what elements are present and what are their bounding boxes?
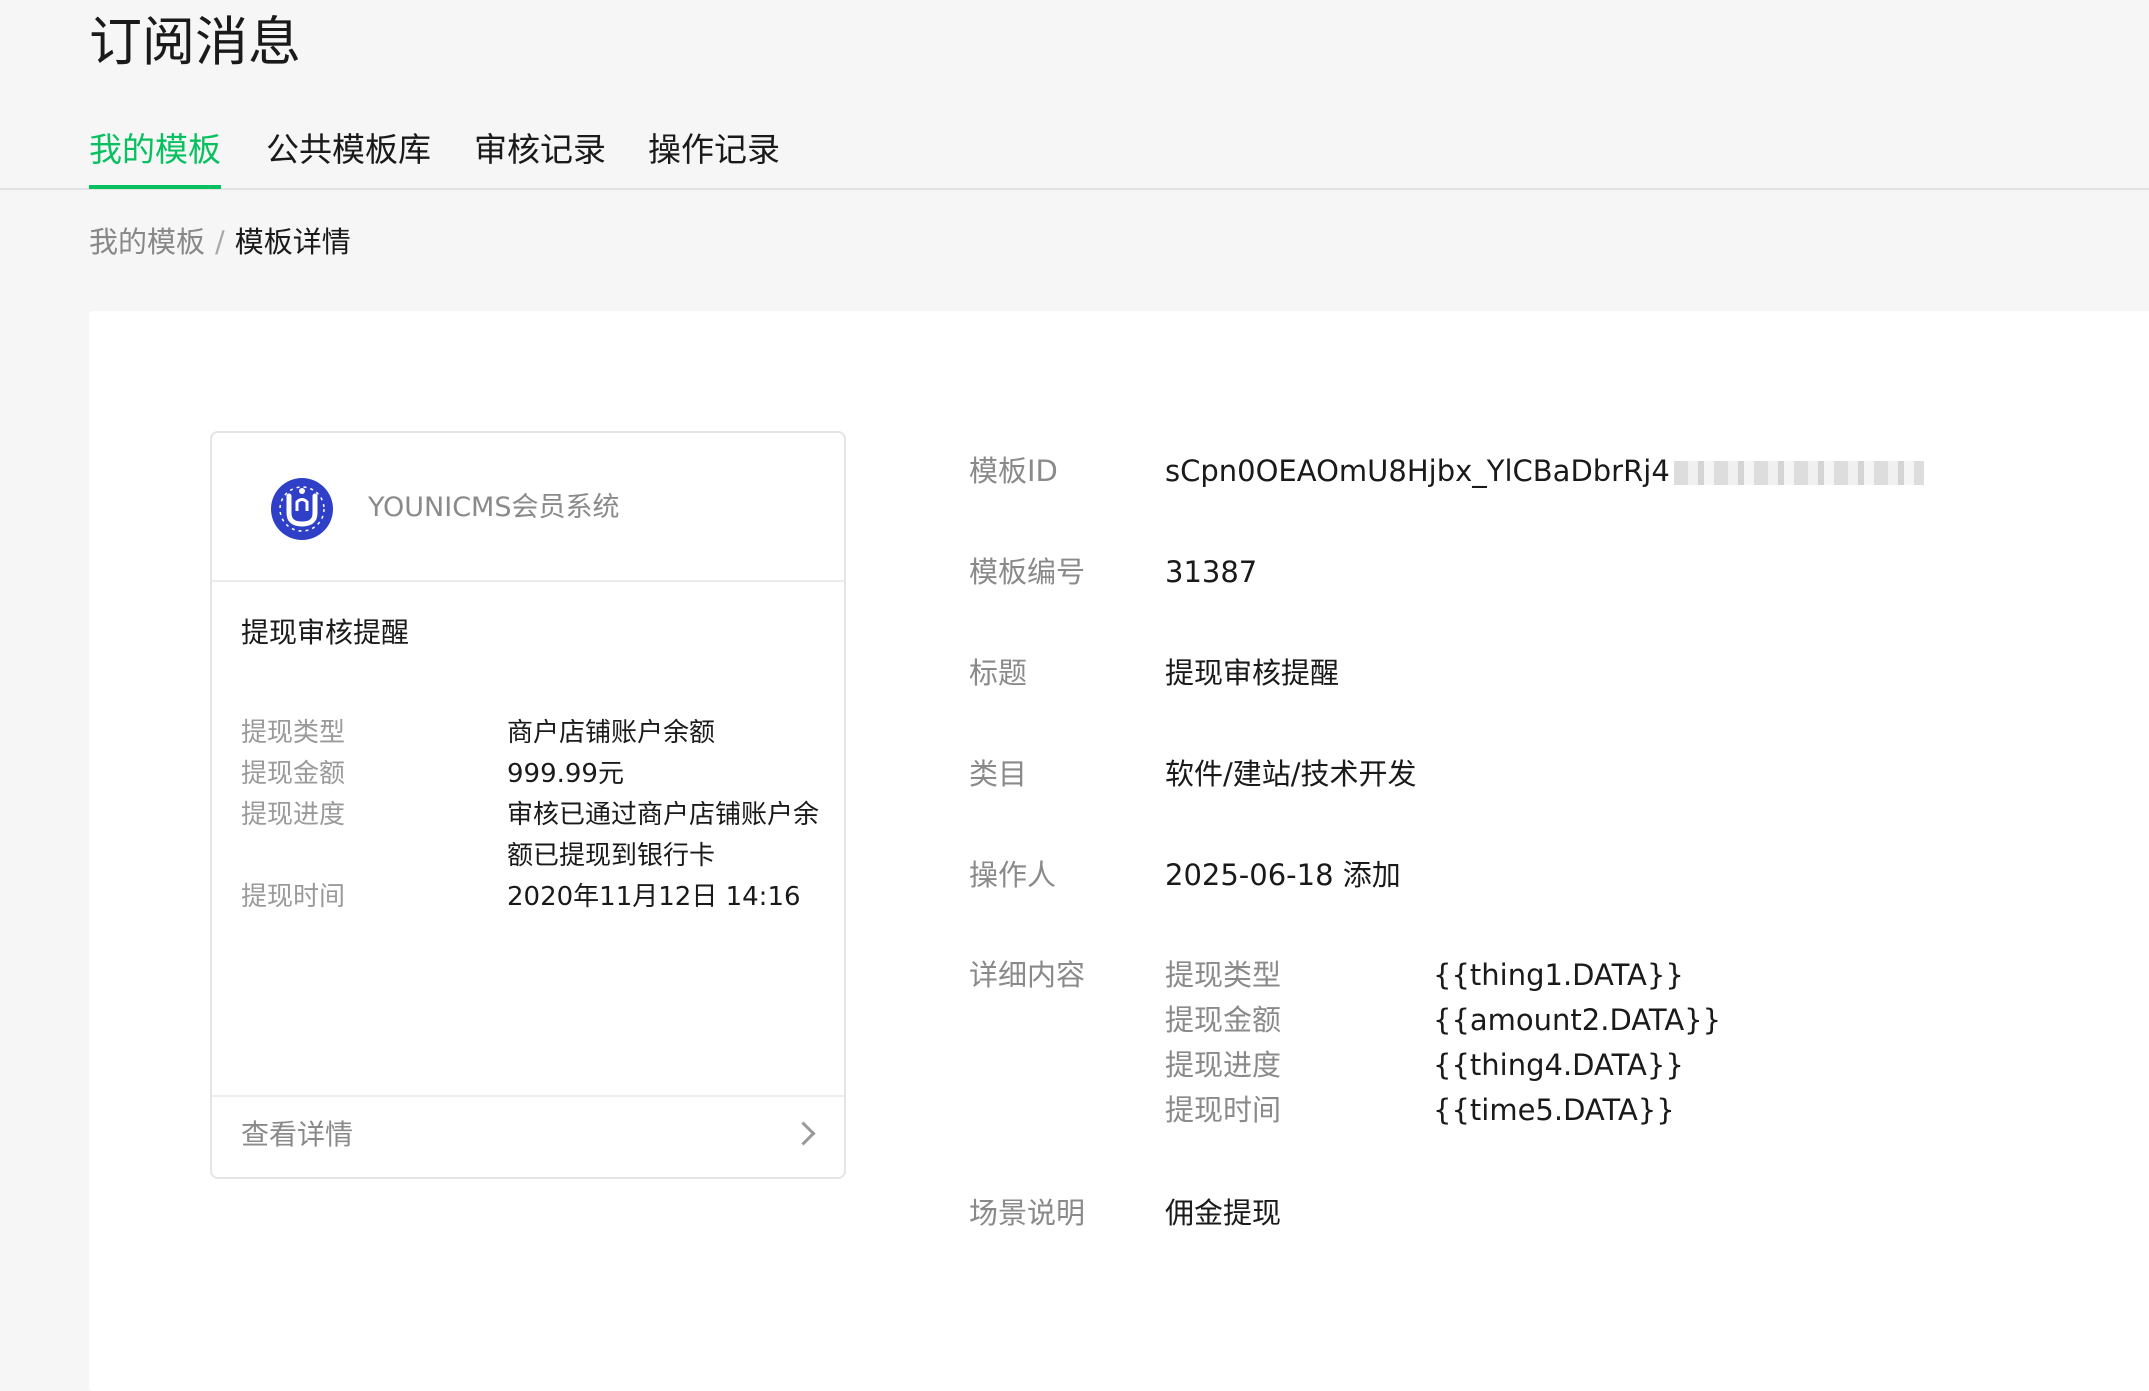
detail-key: 提现金额 [1165,1003,1282,1037]
template-id-text: sCpn0OEAOmU8Hjbx_YlCBaDbrRj4 [1165,454,1670,488]
preview-field-row: 提现时间 2020年11月12日 14:16 [241,877,821,918]
detail-line: 提现时间 {{time5.DATA}} [1165,1088,1765,1133]
preview-field-key: 提现时间 [241,882,346,912]
view-details-label: 查看详情 [241,1118,354,1151]
preview-card-header: YOUNICMS会员系统 [212,433,844,582]
preview-field-value: 审核已通过商户店铺账户余额已提现到银行卡 [507,800,820,871]
preview-field-value: 999.99元 [507,759,624,789]
detail-key: 提现时间 [1165,1093,1282,1127]
detail-line: 提现金额 {{amount2.DATA}} [1165,998,1765,1043]
category-label: 类目 [969,757,1028,791]
preview-field-key: 提现金额 [241,759,346,789]
preview-field-row: 提现类型 商户店铺账户余额 [241,713,821,754]
detail-line: 提现进度 {{thing4.DATA}} [1165,1043,1765,1088]
page-title: 订阅消息 [89,12,301,73]
preview-field-key: 提现类型 [241,718,346,748]
detail-value: {{time5.DATA}} [1433,1093,1675,1127]
detail-value: {{amount2.DATA}} [1433,1003,1722,1037]
preview-field-row: 提现进度 审核已通过商户店铺账户余额已提现到银行卡 [241,795,821,877]
template-detail-panel: YOUNICMS会员系统 提现审核提醒 提现类型 商户店铺账户余额 提现金额 9… [89,311,2149,1391]
chevron-right-icon [791,1121,816,1146]
tab-bar: 我的模板 公共模板库 审核记录 操作记录 [0,118,2149,190]
template-number-value: 31387 [1165,555,1258,589]
message-preview-card: YOUNICMS会员系统 提现审核提醒 提现类型 商户店铺账户余额 提现金额 9… [210,431,846,1179]
view-details-link[interactable]: 查看详情 [212,1095,844,1177]
redacted-mask [1673,461,1924,485]
breadcrumb-separator: / [215,225,225,259]
tab-operation-records[interactable]: 操作记录 [648,128,780,172]
scene-value: 佣金提现 [1165,1196,1282,1230]
template-id-label: 模板ID [969,454,1058,488]
preview-field-value: 商户店铺账户余额 [507,718,716,748]
detail-key: 提现进度 [1165,1048,1282,1082]
preview-field-row: 提现金额 999.99元 [241,754,821,795]
template-id-value: sCpn0OEAOmU8Hjbx_YlCBaDbrRj4 [1165,451,1924,491]
preview-field-key: 提现进度 [241,800,346,830]
scene-label: 场景说明 [969,1196,1086,1230]
breadcrumb-my-templates-link[interactable]: 我的模板 [89,225,205,259]
preview-message-title: 提现审核提醒 [241,616,410,649]
title-value: 提现审核提醒 [1165,656,1340,690]
preview-field-value: 2020年11月12日 14:16 [507,882,801,912]
younicms-logo-icon [271,478,333,540]
preview-app-name: YOUNICMS会员系统 [368,492,620,523]
detail-key: 提现类型 [1165,958,1282,992]
detail-value: {{thing1.DATA}} [1433,958,1684,992]
tab-review-records[interactable]: 审核记录 [474,128,606,172]
category-value: 软件/建站/技术开发 [1165,757,1417,791]
template-number-label: 模板编号 [969,555,1086,589]
title-label: 标题 [969,656,1028,690]
details-list: 提现类型 {{thing1.DATA}} 提现金额 {{amount2.DATA… [1165,953,1765,1133]
detail-value: {{thing4.DATA}} [1433,1048,1684,1082]
breadcrumb: 我的模板 / 模板详情 [89,222,351,262]
breadcrumb-current: 模板详情 [234,225,351,259]
preview-field-list: 提现类型 商户店铺账户余额 提现金额 999.99元 提现进度 审核已通过商户店… [241,713,821,918]
operator-value: 2025-06-18 添加 [1165,858,1401,892]
tab-my-templates[interactable]: 我的模板 [89,128,221,189]
details-label: 详细内容 [969,958,1086,992]
operator-label: 操作人 [969,858,1057,892]
detail-line: 提现类型 {{thing1.DATA}} [1165,953,1765,998]
tab-public-template-library[interactable]: 公共模板库 [266,128,431,172]
